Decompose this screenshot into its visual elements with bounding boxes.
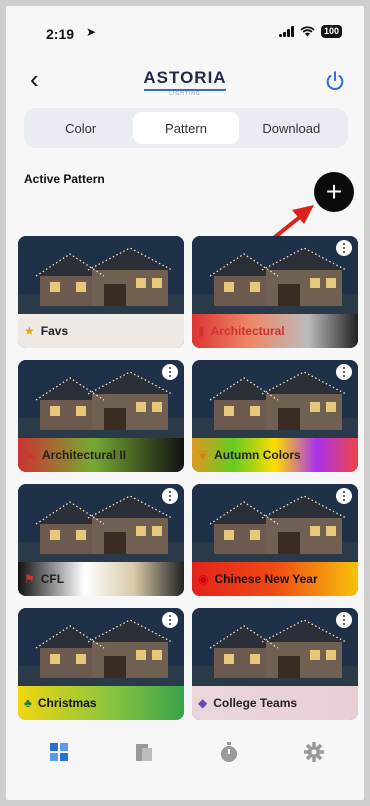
pattern-label-bar: ★ Favs (18, 314, 184, 348)
house-preview-image (192, 360, 358, 438)
location-arrow-icon: ➤ (86, 25, 97, 39)
bottom-nav (6, 734, 364, 774)
more-options-icon[interactable] (162, 488, 178, 504)
pattern-label: Architectural (210, 324, 285, 338)
house-preview-image (192, 484, 358, 562)
wifi-icon (300, 26, 315, 37)
pattern-label-bar: ◆ College Teams (192, 686, 358, 720)
bar-chart-icon: ▮ (198, 324, 205, 338)
pattern-label: Autumn Colors (214, 448, 301, 462)
pattern-label: Christmas (37, 696, 97, 710)
power-icon[interactable] (324, 70, 346, 92)
pattern-label-bar: ☁ Architectural II (18, 438, 184, 472)
pattern-label: CFL (40, 572, 65, 586)
cloud-icon: ☁ (24, 448, 36, 462)
pattern-label: Architectural II (42, 448, 127, 462)
brand-sub: LIGHTING (169, 91, 201, 97)
star-icon: ★ (24, 324, 35, 338)
pattern-label: Favs (40, 324, 69, 338)
tab-pattern[interactable]: Pattern (133, 112, 239, 144)
pattern-card[interactable]: ♣ Christmas (18, 608, 184, 720)
more-options-icon[interactable] (162, 612, 178, 628)
pattern-card[interactable]: ★ Favs (18, 236, 184, 348)
pattern-label-bar: ♣ Christmas (18, 686, 184, 720)
status-time: 2:19 (46, 26, 75, 42)
pattern-label-bar: ⚑ CFL (18, 562, 184, 596)
settings-tab-icon[interactable] (302, 740, 326, 764)
brand-name: ASTORIA (143, 68, 227, 87)
signal-icon (278, 26, 294, 37)
timer-tab-icon[interactable] (217, 740, 241, 764)
tree-icon: ♣ (24, 696, 32, 710)
pattern-card[interactable]: ⚑ CFL (18, 484, 184, 596)
pattern-label: College Teams (213, 696, 298, 710)
pattern-card[interactable]: ◆ College Teams (192, 608, 358, 720)
pattern-card[interactable]: ❦ Autumn Colors (192, 360, 358, 472)
segment-tabs: Color Pattern Download (24, 108, 348, 148)
flag-icon: ⚑ (24, 572, 35, 586)
home-tab-icon[interactable] (47, 740, 71, 764)
pattern-label-bar: ▮ Architectural (192, 314, 358, 348)
more-options-icon[interactable] (336, 488, 352, 504)
more-options-icon[interactable] (336, 240, 352, 256)
more-options-icon[interactable] (162, 364, 178, 380)
status-bar: 2:19 ➤ 100 (6, 6, 364, 56)
house-preview-image (18, 608, 184, 686)
pattern-card[interactable]: ◉ Chinese New Year (192, 484, 358, 596)
brand-logo: ASTORIA LIGHTING (6, 68, 364, 97)
section-title: Active Pattern (24, 172, 105, 186)
graduation-icon: ◆ (198, 696, 208, 710)
leaf-icon: ❦ (198, 448, 209, 462)
more-options-icon[interactable] (336, 364, 352, 380)
house-preview-image (18, 236, 184, 314)
house-preview-image (18, 484, 184, 562)
pattern-label-bar: ❦ Autumn Colors (192, 438, 358, 472)
house-preview-image (192, 236, 358, 314)
scenes-tab-icon[interactable] (132, 740, 156, 764)
pattern-card[interactable]: ☁ Architectural II (18, 360, 184, 472)
pattern-card[interactable]: ▮ Architectural (192, 236, 358, 348)
house-preview-image (192, 608, 358, 686)
tab-color[interactable]: Color (28, 112, 133, 144)
battery-icon: 100 (320, 25, 342, 38)
nav-bar: ‹ ASTORIA LIGHTING (6, 64, 364, 100)
more-options-icon[interactable] (336, 612, 352, 628)
lantern-icon: ◉ (198, 572, 209, 586)
house-preview-image (18, 360, 184, 438)
pattern-label-bar: ◉ Chinese New Year (192, 562, 358, 596)
tab-download[interactable]: Download (239, 112, 344, 144)
pattern-label: Chinese New Year (214, 572, 318, 586)
app-screen: 2:19 ➤ 100 ‹ ASTORIA LIGHTING Color Patt… (6, 6, 364, 800)
status-icons: 100 (278, 25, 342, 38)
